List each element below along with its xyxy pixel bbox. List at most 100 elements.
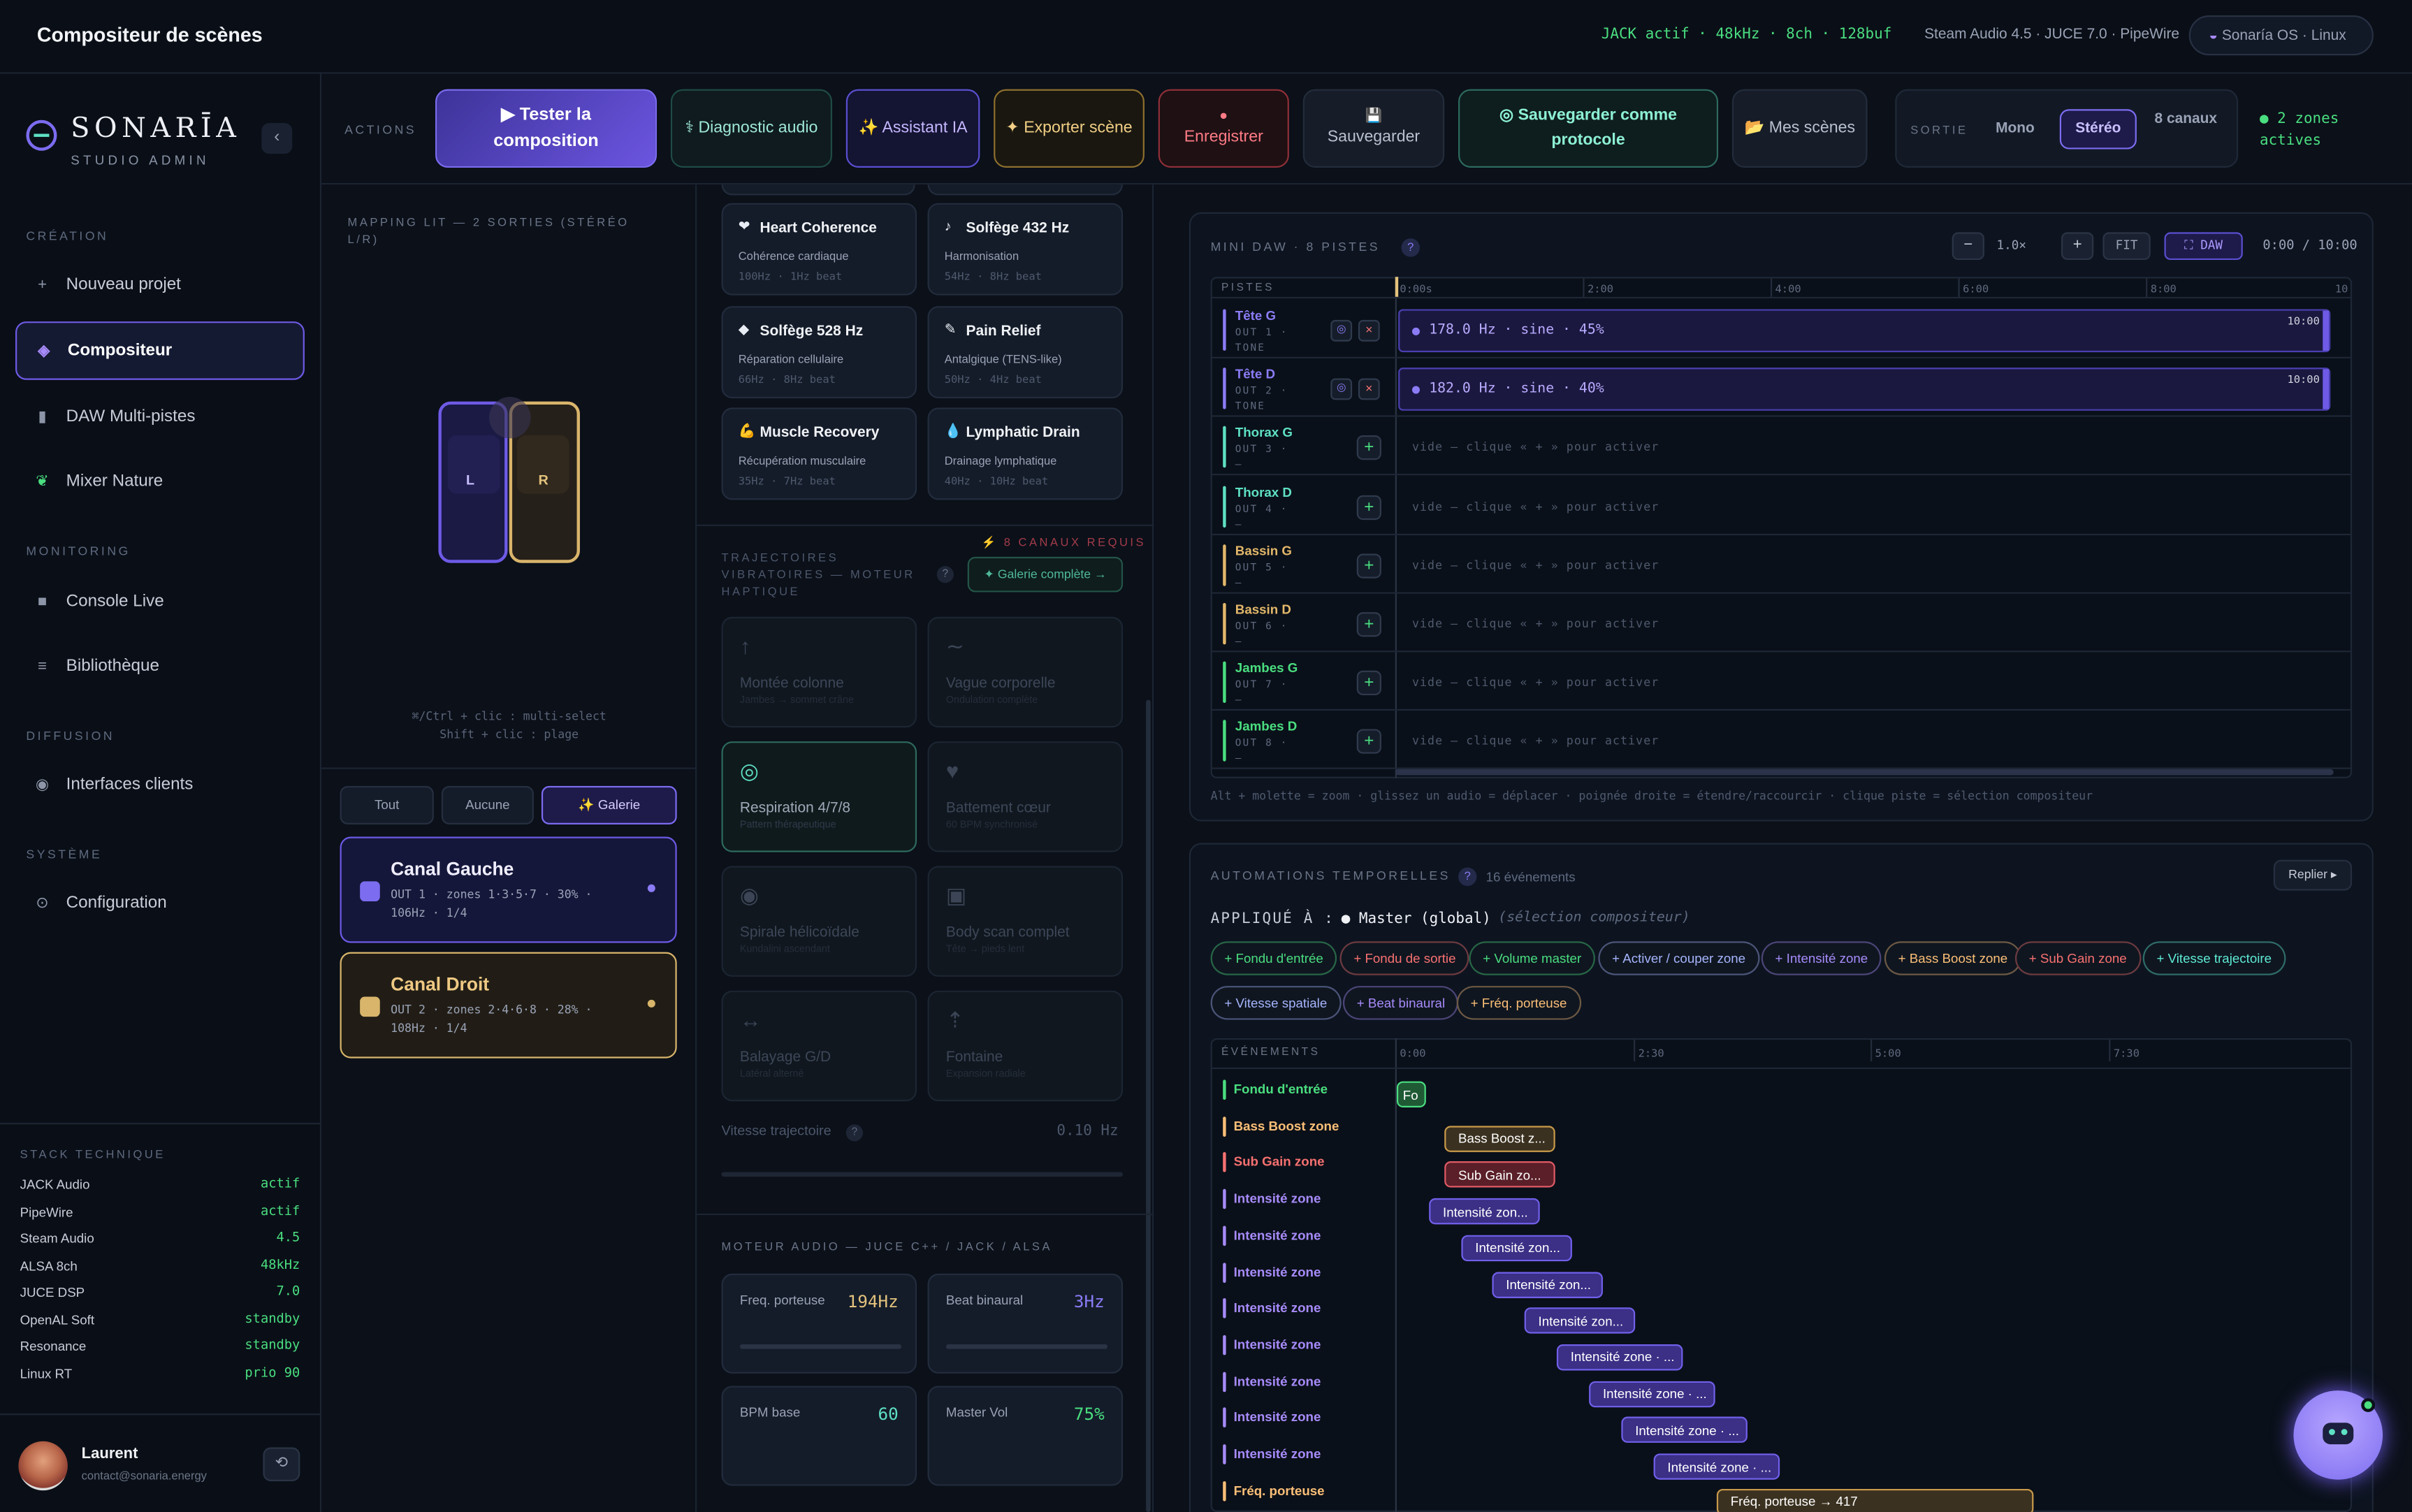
- event-bar[interactable]: Intensité zon...: [1429, 1198, 1540, 1225]
- stereo-option[interactable]: Stéréo: [2059, 109, 2137, 150]
- preset-card[interactable]: 💪 Muscle Recovery Récupération musculaire 3…: [721, 407, 917, 500]
- bpm-card[interactable]: BPM base 60: [721, 1386, 917, 1486]
- remove-track-button[interactable]: ×: [1358, 319, 1380, 342]
- solo-button[interactable]: ◎: [1330, 319, 1353, 342]
- carrier-slider[interactable]: [739, 1344, 902, 1349]
- export-scene-button[interactable]: ✦ Exporter scène: [994, 89, 1145, 168]
- add-clip-button[interactable]: +: [1356, 435, 1381, 461]
- full-gallery-button[interactable]: ✦ Galerie complète →: [967, 556, 1124, 593]
- add-automation-chip[interactable]: + Sub Gain zone: [2014, 941, 2141, 975]
- carrier-card[interactable]: Freq. porteuse 194Hz: [721, 1273, 917, 1374]
- nav-mixer-nature[interactable]: ❦ Mixer Nature: [15, 453, 305, 509]
- channel-card-right[interactable]: Canal Droit OUT 2 · zones 2·4·6·8 · 28% …: [340, 952, 677, 1059]
- zoom-in-button[interactable]: +: [2061, 232, 2094, 261]
- scrollbar[interactable]: [1146, 699, 1151, 1512]
- fold-button[interactable]: Replier ▸: [2273, 859, 2353, 891]
- save-button[interactable]: 💾 Sauvegarder: [1302, 89, 1445, 168]
- daw-open-button[interactable]: ⛶ DAW: [2164, 232, 2243, 261]
- nav-configuration[interactable]: ⊙ Configuration: [15, 875, 305, 931]
- audio-clip[interactable]: 178.0 Hz · sine · 45% 10:00: [1398, 309, 2331, 353]
- 8ch-option[interactable]: 8 canaux: [2152, 109, 2220, 131]
- nav-daw[interactable]: ▮ DAW Multi-pistes: [15, 389, 305, 444]
- trajectory-card[interactable]: ◎ Respiration 4/7/8 Pattern thérapeutique: [721, 741, 917, 852]
- preset-card[interactable]: 💧 Lymphatic Drain Drainage lymphatique 40Hz…: [927, 407, 1124, 500]
- add-clip-button[interactable]: +: [1356, 729, 1381, 755]
- event-bar[interactable]: Intensité zon...: [1492, 1271, 1603, 1297]
- filter-all-button[interactable]: Tout: [340, 785, 434, 824]
- save-protocol-button[interactable]: ◎ Sauvegarder comme protocole: [1458, 89, 1719, 168]
- clip-resize-handle[interactable]: [2323, 310, 2330, 351]
- channel-card-left[interactable]: Canal Gauche OUT 1 · zones 1·3·5·7 · 30%…: [340, 836, 677, 943]
- trajectory-card[interactable]: ↔ Balayage G/D Latéral alterné: [721, 990, 917, 1102]
- assistant-ia-button[interactable]: ✨ Assistant IA: [845, 89, 980, 168]
- logout-button[interactable]: ⟲: [263, 1447, 300, 1481]
- trajectory-card[interactable]: ⇡ Fontaine Expansion radiale: [927, 990, 1124, 1102]
- trajectory-card[interactable]: ▣ Body scan complet Tête → pieds lent: [927, 866, 1124, 977]
- event-bar[interactable]: Intensité zone · ...: [1653, 1453, 1780, 1480]
- add-automation-chip[interactable]: + Fondu de sortie: [1339, 941, 1470, 975]
- track-row[interactable]: [1212, 595, 2351, 653]
- add-automation-chip[interactable]: + Fréq. porteuse: [1456, 986, 1581, 1020]
- add-automation-chip[interactable]: + Vitesse trajectoire: [2142, 941, 2286, 975]
- nav-interfaces-clients[interactable]: ◉ Interfaces clients: [15, 757, 305, 812]
- trajectory-card[interactable]: ◉ Spirale hélicoïdale Kundalini ascendant: [721, 866, 917, 977]
- event-bar[interactable]: Intensité zone · ...: [1589, 1380, 1715, 1407]
- add-automation-chip[interactable]: + Vitesse spatiale: [1210, 986, 1342, 1020]
- nav-compositeur[interactable]: ◈ Compositeur: [15, 321, 305, 380]
- record-button[interactable]: ● Enregistrer: [1158, 89, 1289, 168]
- test-composition-button[interactable]: ▶ Tester la composition: [435, 89, 658, 168]
- add-automation-chip[interactable]: + Intensité zone: [1761, 941, 1882, 975]
- add-automation-chip[interactable]: + Activer / couper zone: [1598, 941, 1759, 975]
- preset-card[interactable]: ❤ Heart Coherence Cohérence cardiaque 100Hz…: [721, 203, 917, 296]
- event-bar[interactable]: Intensité zone · ...: [1621, 1417, 1748, 1444]
- nav-console-live[interactable]: ■ Console Live: [15, 574, 305, 629]
- add-automation-chip[interactable]: + Bass Boost zone: [1884, 941, 2022, 975]
- assistant-bot-button[interactable]: [2293, 1390, 2383, 1480]
- remove-track-button[interactable]: ×: [1358, 378, 1380, 400]
- nav-new-project[interactable]: + Nouveau projet: [15, 257, 305, 312]
- add-clip-button[interactable]: +: [1356, 671, 1381, 696]
- add-clip-button[interactable]: +: [1356, 612, 1381, 637]
- track-row[interactable]: [1212, 654, 2351, 711]
- clip-resize-handle[interactable]: [2323, 369, 2330, 409]
- add-clip-button[interactable]: +: [1356, 553, 1381, 579]
- volume-card[interactable]: Master Vol 75%: [927, 1386, 1124, 1486]
- collapse-sidebar-button[interactable]: ‹: [261, 123, 293, 154]
- applied-target[interactable]: ● Master (global): [1342, 910, 1491, 927]
- fit-button[interactable]: FIT: [2102, 232, 2151, 261]
- help-icon[interactable]: ?: [1458, 867, 1477, 887]
- event-bar[interactable]: Intensité zone · ...: [1556, 1344, 1683, 1371]
- speed-slider[interactable]: [721, 1172, 1124, 1177]
- track-row[interactable]: [1212, 478, 2351, 535]
- trajectory-card[interactable]: ↑ Montée colonne Jambes → sommet crâne: [721, 616, 917, 728]
- preset-card[interactable]: ✎ Pain Relief Antalgique (TENS-like) 50Hz ·…: [927, 305, 1124, 398]
- audio-clip[interactable]: 182.0 Hz · sine · 40% 10:00: [1398, 368, 2331, 412]
- add-automation-chip[interactable]: + Beat binaural: [1342, 986, 1459, 1020]
- diagnostic-button[interactable]: ⚕ Diagnostic audio: [670, 89, 833, 168]
- preset-card[interactable]: ◆ Solfège 528 Hz Réparation cellulaire 66Hz…: [721, 305, 917, 398]
- event-bar[interactable]: Fréq. porteuse → 417: [1716, 1488, 2034, 1512]
- preset-card[interactable]: ♪ Solfège 432 Hz Harmonisation 54Hz · 8Hz b…: [927, 203, 1124, 296]
- event-bar[interactable]: Fo: [1396, 1081, 1426, 1108]
- filter-none-button[interactable]: Aucune: [441, 785, 534, 824]
- os-badge[interactable]: ◒ Sonaría OS · Linux: [2188, 15, 2374, 56]
- add-automation-chip[interactable]: + Volume master: [1469, 941, 1595, 975]
- track-row[interactable]: [1212, 419, 2351, 477]
- my-scenes-button[interactable]: 📂 Mes scènes: [1731, 89, 1868, 168]
- track-row[interactable]: [1212, 537, 2351, 594]
- filter-gallery-button[interactable]: ✨ Galerie: [541, 785, 677, 824]
- mono-option[interactable]: Mono: [1984, 111, 2046, 148]
- event-bar[interactable]: Sub Gain zo...: [1444, 1161, 1555, 1188]
- beat-card[interactable]: Beat binaural 3Hz: [927, 1273, 1124, 1374]
- solo-button[interactable]: ◎: [1330, 378, 1353, 400]
- beat-slider[interactable]: [945, 1344, 1108, 1349]
- zoom-out-button[interactable]: −: [1952, 232, 1984, 261]
- event-bar[interactable]: Intensité zon...: [1461, 1235, 1572, 1261]
- nav-bibliotheque[interactable]: ≡ Bibliothèque: [15, 639, 305, 694]
- help-icon[interactable]: ?: [936, 566, 954, 583]
- trajectory-card[interactable]: ♥ Battement cœur 60 BPM synchronisé: [927, 741, 1124, 852]
- playhead[interactable]: [1395, 277, 1399, 297]
- add-automation-chip[interactable]: + Fondu d'entrée: [1210, 941, 1337, 975]
- daw-scrollbar[interactable]: [1395, 769, 2334, 776]
- event-bar[interactable]: Intensité zon...: [1524, 1307, 1636, 1335]
